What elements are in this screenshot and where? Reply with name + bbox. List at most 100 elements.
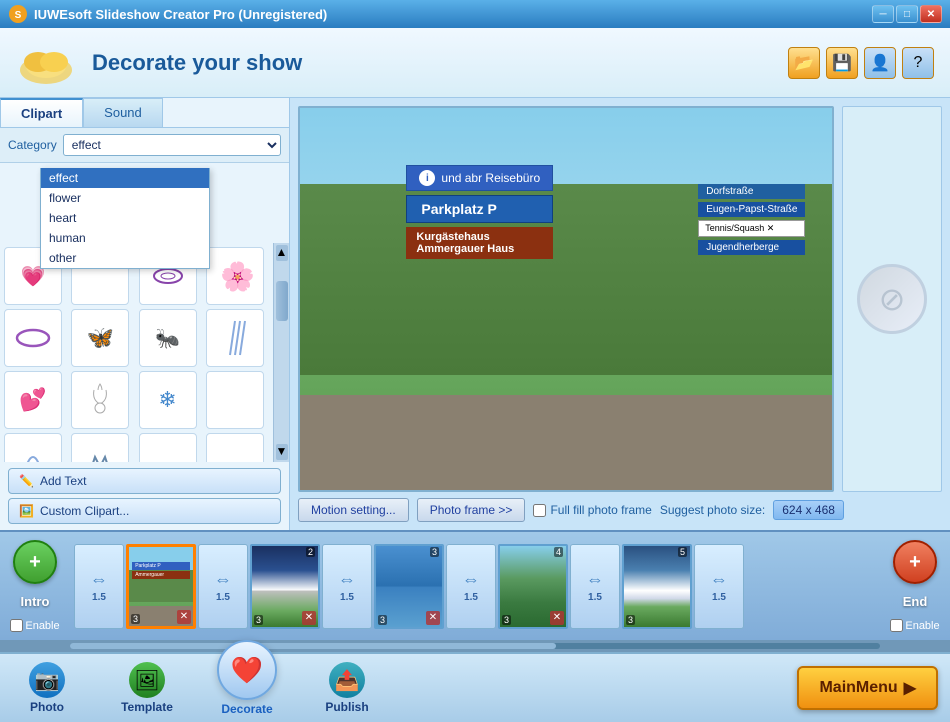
intro-add-button[interactable]: + [13,540,57,584]
clipart-item[interactable] [206,433,264,462]
filmstrip-scrollbar[interactable] [0,640,950,652]
full-fill-checkbox[interactable] [533,504,546,517]
window-controls: ─ □ ✕ [872,5,942,23]
photo-preview: i und abr Reisebüro Parkplatz P Kurgäste… [300,108,832,490]
film-transition-1[interactable]: ⇔ 1.5 [74,544,124,629]
main-preview: i und abr Reisebüro Parkplatz P Kurgäste… [298,106,834,492]
intro-enable-label: Enable [25,620,59,632]
film-transition-4[interactable]: ⇔ 1.5 [446,544,496,629]
film-transition-3[interactable]: ⇔ 1.5 [322,544,372,629]
transition-duration-2: 1.5 [216,592,230,603]
nav-template[interactable]: 🖼 Template [112,662,182,714]
photo-nav-icon: 📷 [29,662,65,698]
clipart-item[interactable] [206,309,264,367]
close-button[interactable]: ✕ [920,5,942,23]
category-dropdown[interactable]: effect flower heart human other [40,168,210,269]
scroll-thumb-h[interactable] [70,643,556,649]
clipart-item[interactable]: ❄ [139,371,197,429]
scroll-down-arrow[interactable]: ▼ [276,444,288,460]
question-button[interactable]: ? [902,47,934,79]
publish-nav-icon: 📤 [329,662,365,698]
clipart-item[interactable] [139,433,197,462]
film-transition-5[interactable]: ⇔ 1.5 [570,544,620,629]
clipart-item[interactable] [4,309,62,367]
photo-frame-button[interactable]: Photo frame >> [417,498,526,522]
clipart-grid: 💗 🌸 🦋 🐜 [0,243,273,462]
add-text-button[interactable]: ✏️ Add Text [8,468,281,494]
transition-icon-4: ⇔ [462,569,480,590]
clipart-item[interactable] [71,371,129,429]
nav-publish-label: Publish [325,700,368,714]
header-toolbar: 📂 💾 👤 ? [788,47,934,79]
bottom-nav: 📷 Photo 🖼 Template ❤️ Decorate 📤 Publish… [0,652,950,722]
custom-clipart-button[interactable]: 🖼️ Custom Clipart... [8,498,281,524]
clipart-item[interactable]: 🌸 [206,247,264,305]
clipart-item[interactable]: 💕 [4,371,62,429]
film-slide-5[interactable]: 5 3 [622,544,692,629]
film-transition-2[interactable]: ⇔ 1.5 [198,544,248,629]
category-row: Category effect flower heart human other [0,128,289,163]
transition-duration-4: 1.5 [464,592,478,603]
page-title: Decorate your show [92,50,302,76]
scroll-thumb[interactable] [276,281,288,321]
clipart-item[interactable]: 🦋 [71,309,129,367]
main-menu-button[interactable]: MainMenu ▶ [797,666,938,710]
clipart-item[interactable] [206,371,264,429]
dropdown-item-flower[interactable]: flower [41,188,209,208]
main-content: Clipart Sound Category effect flower hea… [0,98,950,530]
dropdown-item-effect[interactable]: effect [41,168,209,188]
slide-delete-1[interactable]: ✕ [177,610,191,624]
open-folder-button[interactable]: 📂 [788,47,820,79]
help-button[interactable]: 👤 [864,47,896,79]
dropdown-item-other[interactable]: other [41,248,209,268]
film-slide-1[interactable]: Parkplatz P Ammergauer ✕ 3 [126,544,196,629]
intro-enable-checkbox[interactable] [10,619,23,632]
suggest-label: Suggest photo size: [660,503,765,517]
transition-icon-5: ⇔ [586,569,604,590]
eugen-sign: Eugen-Papst-Straße [698,202,805,217]
film-slide-2[interactable]: 2 ✕ 3 [250,544,320,629]
film-transition-6[interactable]: ⇔ 1.5 [694,544,744,629]
nav-decorate[interactable]: ❤️ Decorate [212,660,282,716]
minimize-button[interactable]: ─ [872,5,894,23]
filmstrip-scroll[interactable]: ⇔ 1.5 Parkplatz P Ammergauer ✕ 3 ⇔ 1.5 [70,536,880,636]
tab-sound[interactable]: Sound [83,98,163,127]
clipart-item[interactable] [71,433,129,462]
clipart-scrollbar[interactable]: ▲ ▼ [273,243,289,462]
end-enable-row: Enable [890,619,939,632]
slide-delete-3[interactable]: ✕ [426,611,440,625]
scroll-up-arrow[interactable]: ▲ [276,245,288,261]
film-slide-3[interactable]: 3 ✕ 3 [374,544,444,629]
save-button[interactable]: 💾 [826,47,858,79]
end-label: End [903,594,928,609]
slide-duration-3: 3 [378,615,387,625]
tab-clipart[interactable]: Clipart [0,98,83,127]
slide-delete-4[interactable]: ✕ [550,611,564,625]
transition-duration-3: 1.5 [340,592,354,603]
side-preview: ⊘ [842,106,942,492]
motion-settings-button[interactable]: Motion setting... [298,498,409,522]
app-logo-icon: S [8,4,28,24]
transition-duration-6: 1.5 [712,592,726,603]
clipart-item[interactable] [4,433,62,462]
slide-num-3: 3 [430,547,439,557]
panel-tabs: Clipart Sound [0,98,289,128]
dropdown-item-human[interactable]: human [41,228,209,248]
end-add-button[interactable]: + [893,540,937,584]
nav-photo[interactable]: 📷 Photo [12,662,82,714]
nav-photo-label: Photo [30,700,64,714]
category-select[interactable]: effect flower heart human other [63,134,281,156]
preview-panel: i und abr Reisebüro Parkplatz P Kurgäste… [290,98,950,530]
dropdown-item-heart[interactable]: heart [41,208,209,228]
maximize-button[interactable]: □ [896,5,918,23]
slide-delete-2[interactable]: ✕ [302,611,316,625]
clipart-item[interactable]: 🐜 [139,309,197,367]
slide-duration-4: 3 [502,615,511,625]
clipart-area: 💗 🌸 🦋 🐜 [0,243,289,462]
nav-publish[interactable]: 📤 Publish [312,662,382,714]
main-menu-label: MainMenu [819,679,897,697]
no-entry-icon: ⊘ [879,280,906,318]
film-slide-4[interactable]: 4 ✕ 3 [498,544,568,629]
end-enable-checkbox[interactable] [890,619,903,632]
transition-icon-2: ⇔ [214,569,232,590]
